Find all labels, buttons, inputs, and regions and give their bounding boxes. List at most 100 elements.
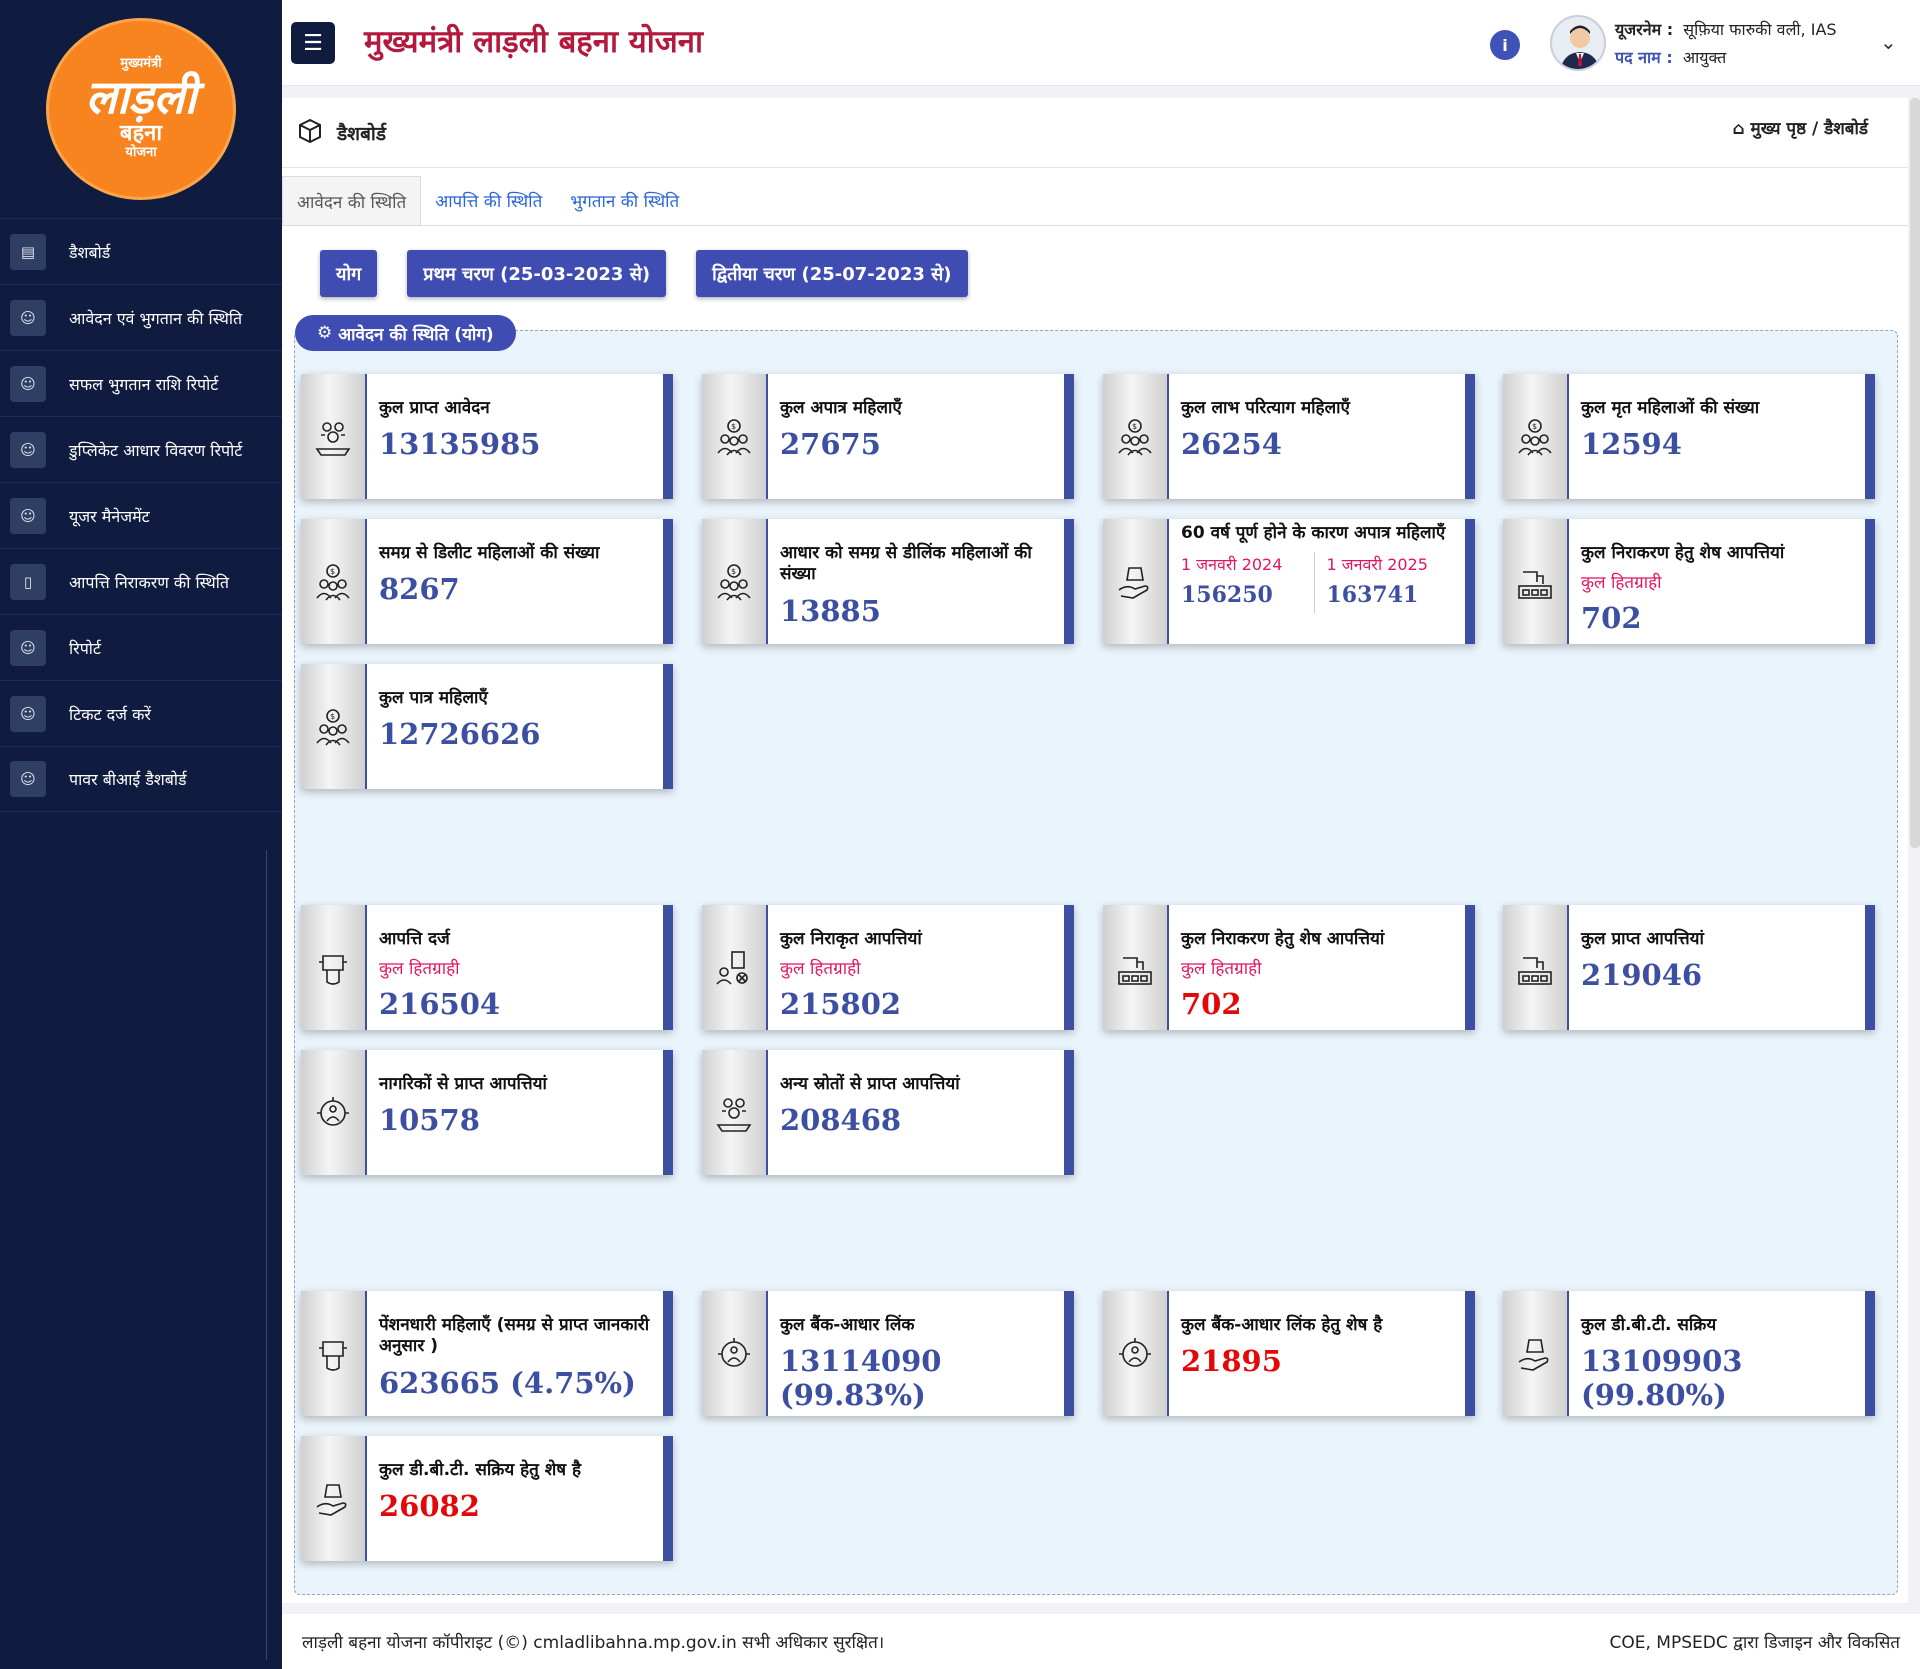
sidebar-item-powerbi[interactable]: ☺ पावर बीआई डैशबोर्ड xyxy=(0,746,282,812)
section-legend: ⚙ आवेदन की स्थिति (योग) xyxy=(295,315,516,351)
hand-bag-icon xyxy=(301,1436,367,1561)
page-title: डैशबोर्ड xyxy=(337,122,387,145)
stat-card[interactable]: $ कुल पात्र महिलाएँ 12726626 xyxy=(301,664,673,789)
stat-card-text: आपत्ति दर्ज कुल हितग्राही 216504 xyxy=(379,929,657,1021)
stat-card-text: कुल प्राप्त आपत्तियां 219046 xyxy=(1581,929,1859,992)
stat-card[interactable]: 60 वर्ष पूर्ण होने के कारण अपात्र महिलाए… xyxy=(1103,519,1475,644)
home-icon: ⌂ xyxy=(1732,119,1745,139)
stat-card-text: कुल प्राप्त आवेदन 13135985 xyxy=(379,398,657,461)
sidebar-item-objection-status[interactable]: ▯ आपत्ति निराकरण की स्थिति xyxy=(0,548,282,614)
stat-card[interactable]: पेंशनधारी महिलाएँ (समग्र से प्राप्त जानक… xyxy=(301,1291,673,1416)
stat-card-label: कुल डी.बी.टी. सक्रिय xyxy=(1581,1315,1717,1335)
scrollbar[interactable] xyxy=(1910,98,1920,848)
group-icon: $ xyxy=(1103,374,1169,499)
split-b-value: 163741 xyxy=(1326,581,1419,608)
group-icon: $ xyxy=(1503,374,1569,499)
cube-icon xyxy=(297,118,323,148)
tab-objection-status[interactable]: आपत्ति की स्थिति xyxy=(421,176,556,225)
split-b-label: 1 जनवरी 2025 xyxy=(1326,555,1428,575)
stat-card-text: कुल पात्र महिलाएँ 12726626 xyxy=(379,688,657,751)
footer: लाड़ली बहना योजना कॉपीराइट (©) cmladliba… xyxy=(282,1614,1920,1669)
stat-card[interactable]: $ आधार को समग्र से डीलिंक महिलाओं की संख्… xyxy=(702,519,1074,644)
stat-card-label: आपत्ति दर्ज xyxy=(379,929,450,949)
user-icon: ☺ xyxy=(10,365,46,402)
stat-card[interactable]: कुल निराकरण हेतु शेष आपत्तियां कुल हितग्र… xyxy=(1103,905,1475,1030)
hand-heart-icon xyxy=(301,1291,367,1416)
stat-card[interactable]: अन्य स्रोतों से प्राप्त आपत्तियां 208468 xyxy=(702,1050,1074,1175)
footer-credit: COE, MPSEDC द्वारा डिजाइन और विकसित xyxy=(1609,1633,1901,1653)
stat-card[interactable]: कुल प्राप्त आवेदन 13135985 xyxy=(301,374,673,499)
gear-hand-icon xyxy=(702,1050,768,1175)
stat-card[interactable]: कुल डी.बी.टी. सक्रिय हेतु शेष है 26082 xyxy=(301,1436,673,1561)
split-b: 1 जनवरी 2025 163741 xyxy=(1313,552,1460,614)
chevron-down-icon[interactable]: ⌄ xyxy=(1880,30,1897,54)
stat-card[interactable]: आपत्ति दर्ज कुल हितग्राही 216504 xyxy=(301,905,673,1030)
top-bar: ☰ मुख्यमंत्री लाड़ली बहना योजना i यूजरने… xyxy=(282,0,1920,86)
stat-card-label: कुल पात्र महिलाएँ xyxy=(379,688,488,708)
split-a-label: 1 जनवरी 2024 xyxy=(1181,555,1283,575)
gear-hand-icon xyxy=(301,374,367,499)
stat-card[interactable]: नागरिकों से प्राप्त आपत्तियां 10578 xyxy=(301,1050,673,1175)
stat-card[interactable]: $ कुल अपात्र महिलाएँ 27675 xyxy=(702,374,1074,499)
stat-card[interactable]: $ कुल लाभ परित्याग महिलाएँ 26254 xyxy=(1103,374,1475,499)
stat-card-text: कुल निराकरण हेतु शेष आपत्तियां कुल हितग्र… xyxy=(1581,543,1859,635)
ladli-behna-logo[interactable]: मुख्यमंत्री लाड़ली बहना योजना xyxy=(46,18,236,200)
sidebar-divider xyxy=(266,850,267,1660)
group-icon: $ xyxy=(702,374,768,499)
stat-card[interactable]: $ समग्र से डिलीट महिलाओं की संख्या 8267 xyxy=(301,519,673,644)
phase-1-button[interactable]: प्रथम चरण (25-03-2023 से) xyxy=(407,250,667,297)
sidebar-item-ticket[interactable]: ☺ टिकट दर्ज करें xyxy=(0,680,282,746)
username-value: सूफ़िया फारुकी वली, IAS xyxy=(1683,20,1837,39)
stat-card-label: कुल प्राप्त आपत्तियां xyxy=(1581,929,1704,949)
group-icon: $ xyxy=(301,664,367,789)
stat-card[interactable]: कुल बैंक-आधार लिंक हेतु शेष है 21895 xyxy=(1103,1291,1475,1416)
stat-card-label: कुल डी.बी.टी. सक्रिय हेतु शेष है xyxy=(379,1460,582,1480)
stat-card-value: 12594 xyxy=(1581,427,1682,462)
stat-card[interactable]: कुल डी.बी.टी. सक्रिय 13109903 (99.80%) xyxy=(1503,1291,1875,1416)
stat-card[interactable]: $ कुल मृत महिलाओं की संख्या 12594 xyxy=(1503,374,1875,499)
stat-card[interactable]: कुल निराकरण हेतु शेष आपत्तियां कुल हितग्र… xyxy=(1503,519,1875,644)
sidebar-item-label: आपत्ति निराकरण की स्थिति xyxy=(69,572,229,592)
stat-card-label: कुल निराकरण हेतु शेष आपत्तियां xyxy=(1181,929,1385,949)
stat-card-value: 702 xyxy=(1581,601,1642,636)
menu-toggle-button[interactable]: ☰ xyxy=(291,22,335,64)
hands-people-icon xyxy=(702,1291,768,1416)
hand-bag-icon xyxy=(1103,519,1169,644)
sidebar-item-duplicate-aadhaar[interactable]: ☺ डुप्लिकेट आधार विवरण रिपोर्ट xyxy=(0,416,282,482)
stat-card-value: 216504 xyxy=(379,987,501,1022)
total-button[interactable]: योग xyxy=(320,250,378,297)
tab-application-status[interactable]: आवेदन की स्थिति xyxy=(282,176,422,225)
stat-card-label: कुल बैंक-आधार लिंक xyxy=(780,1315,915,1335)
sidebar-item-application-payment-status[interactable]: ☺ आवेदन एवं भुगतान की स्थिति xyxy=(0,284,282,350)
breadcrumb[interactable]: ⌂ मुख्य पृष्ठ / डैशबोर्ड xyxy=(1732,116,1868,139)
sidebar-item-dashboard[interactable]: ▤ डैशबोर्ड xyxy=(0,218,282,284)
hands-people-icon xyxy=(1103,1291,1169,1416)
sidebar-item-label: रिपोर्ट xyxy=(69,638,101,658)
svg-text:$: $ xyxy=(330,712,335,721)
tab-payment-status[interactable]: भुगतान की स्थिति xyxy=(556,176,693,225)
info-icon[interactable]: i xyxy=(1490,30,1520,60)
stat-card[interactable]: कुल बैंक-आधार लिंक 13114090 (99.83%) xyxy=(702,1291,1074,1416)
stat-card-value: 21895 xyxy=(1181,1344,1282,1379)
stat-card-text: समग्र से डिलीट महिलाओं की संख्या 8267 xyxy=(379,543,657,606)
stat-card[interactable]: कुल निराकृत आपत्तियां कुल हितग्राही 215802 xyxy=(702,905,1074,1030)
stat-card-value: 12726626 xyxy=(379,717,541,752)
user-avatar-icon xyxy=(1560,25,1600,69)
sidebar-item-user-management[interactable]: ☺ यूजर मैनेजमेंट xyxy=(0,482,282,548)
stat-card-text: कुल निराकरण हेतु शेष आपत्तियां कुल हितग्र… xyxy=(1181,929,1459,1021)
avatar[interactable] xyxy=(1550,15,1606,71)
stat-card-text: कुल डी.बी.टी. सक्रिय हेतु शेष है 26082 xyxy=(379,1460,657,1523)
designation-value: आयुक्त xyxy=(1682,48,1727,67)
sidebar-item-payment-report[interactable]: ☺ सफल भुगतान राशि रिपोर्ट xyxy=(0,350,282,416)
stat-card-text: कुल निराकृत आपत्तियां कुल हितग्राही 215802 xyxy=(780,929,1058,1021)
stat-card-sub: कुल हितग्राही xyxy=(379,959,460,980)
hand-heart-icon xyxy=(301,905,367,1030)
phase-2-button[interactable]: द्वितीया चरण (25-07-2023 से) xyxy=(696,250,968,297)
sidebar-item-report[interactable]: ☺ रिपोर्ट xyxy=(0,614,282,680)
stat-card-label: कुल बैंक-आधार लिंक हेतु शेष है xyxy=(1181,1315,1383,1335)
stat-card-value: 13135985 xyxy=(379,427,541,462)
stat-card-label: कुल प्राप्त आवेदन xyxy=(379,398,490,418)
stat-card[interactable]: कुल प्राप्त आपत्तियां 219046 xyxy=(1503,905,1875,1030)
stat-card-text: पेंशनधारी महिलाएँ (समग्र से प्राप्त जानक… xyxy=(379,1315,657,1400)
chart-icon: ▤ xyxy=(10,233,46,270)
